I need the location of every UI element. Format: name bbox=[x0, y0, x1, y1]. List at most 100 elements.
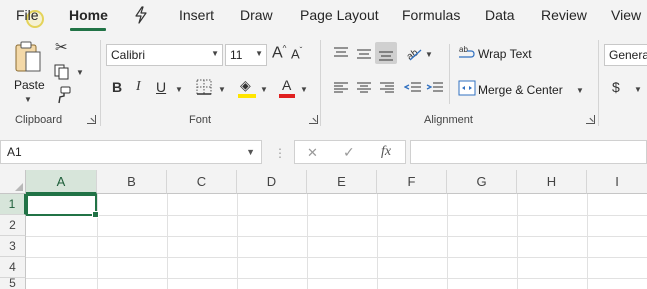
cut-icon[interactable]: ✂ bbox=[55, 40, 68, 55]
formula-input[interactable] bbox=[410, 140, 647, 164]
font-color-button[interactable]: A bbox=[279, 78, 295, 98]
active-tab-indicator bbox=[70, 28, 106, 31]
align-center-icon[interactable] bbox=[356, 81, 372, 95]
orientation-dropdown-icon[interactable]: ▼ bbox=[425, 50, 433, 59]
currency-format-button[interactable]: $ bbox=[612, 80, 620, 94]
ribbon: Paste ▼ ✂ ▼ Clipboard Calibri ▼ 11 ▼ A^ … bbox=[0, 34, 647, 132]
number-format-select[interactable]: Genera bbox=[604, 44, 647, 66]
format-painter-icon[interactable] bbox=[55, 86, 71, 104]
paste-label: Paste bbox=[14, 78, 45, 92]
tab-file[interactable]: File bbox=[16, 7, 39, 23]
group-divider bbox=[598, 40, 599, 126]
column-header-e[interactable]: E bbox=[307, 170, 377, 194]
bottom-align-button[interactable] bbox=[375, 42, 397, 64]
tab-review[interactable]: Review bbox=[541, 7, 587, 23]
column-header-b[interactable]: B bbox=[97, 170, 167, 194]
merge-center-label: Merge & Center bbox=[478, 83, 563, 97]
font-name-select[interactable]: Calibri ▼ bbox=[106, 44, 223, 66]
row-header-4[interactable]: 4 bbox=[0, 257, 26, 278]
fill-color-swatch bbox=[238, 94, 256, 98]
active-cell-a1[interactable] bbox=[26, 194, 99, 218]
gridline bbox=[307, 194, 308, 289]
increase-font-button[interactable]: A^ bbox=[272, 45, 286, 61]
column-header-c[interactable]: C bbox=[167, 170, 237, 194]
worksheet-grid[interactable]: A B C D E F G H I 1 2 3 4 5 bbox=[0, 170, 647, 289]
underline-dropdown-icon[interactable]: ▼ bbox=[175, 85, 183, 94]
font-launcher-icon[interactable] bbox=[309, 115, 318, 124]
row-header-1[interactable]: 1 bbox=[0, 194, 26, 215]
name-box-value: A1 bbox=[7, 145, 22, 159]
group-divider bbox=[449, 44, 450, 104]
clipboard-group-label: Clipboard bbox=[15, 114, 63, 126]
font-group-label: Font bbox=[189, 114, 212, 126]
tab-data[interactable]: Data bbox=[485, 7, 515, 23]
column-header-a[interactable]: A bbox=[26, 170, 97, 194]
tab-page-layout[interactable]: Page Layout bbox=[300, 7, 379, 23]
copy-icon bbox=[54, 64, 69, 80]
number-format-value: Genera bbox=[609, 48, 647, 62]
merge-center-button[interactable]: Merge & Center ▼ bbox=[458, 80, 590, 100]
increase-indent-icon[interactable] bbox=[426, 81, 444, 95]
clipboard-launcher-icon[interactable] bbox=[87, 115, 96, 124]
italic-button[interactable]: I bbox=[136, 80, 141, 94]
bold-button[interactable]: B bbox=[112, 80, 122, 94]
formula-buttons: ✕ ✓ fx bbox=[294, 140, 406, 164]
formula-bar-grip-icon[interactable]: ⋮ bbox=[274, 146, 286, 160]
font-color-dropdown-icon[interactable]: ▼ bbox=[300, 85, 308, 94]
select-all-button[interactable] bbox=[0, 170, 26, 194]
row-header-3[interactable]: 3 bbox=[0, 236, 26, 257]
tab-view[interactable]: View bbox=[611, 7, 641, 23]
merge-center-icon bbox=[458, 80, 476, 96]
gridline bbox=[97, 194, 98, 289]
column-header-f[interactable]: F bbox=[377, 170, 447, 194]
tab-draw[interactable]: Draw bbox=[240, 7, 273, 23]
fill-color-button[interactable]: ◈ bbox=[238, 78, 256, 98]
tab-draw-icon[interactable] bbox=[133, 6, 149, 27]
row-header-2[interactable]: 2 bbox=[0, 215, 26, 236]
gridline bbox=[587, 194, 588, 289]
gridline bbox=[237, 194, 238, 289]
group-divider bbox=[320, 40, 321, 126]
orientation-icon[interactable]: ab bbox=[405, 44, 423, 62]
tab-formulas[interactable]: Formulas bbox=[402, 7, 460, 23]
paste-icon bbox=[15, 41, 41, 72]
gridline bbox=[517, 194, 518, 289]
decrease-indent-icon[interactable] bbox=[404, 81, 422, 95]
font-color-icon: A bbox=[282, 77, 292, 93]
align-left-icon[interactable] bbox=[333, 81, 349, 95]
align-right-icon[interactable] bbox=[379, 81, 395, 95]
gridline bbox=[167, 194, 168, 289]
column-header-h[interactable]: H bbox=[517, 170, 587, 194]
column-header-i[interactable]: I bbox=[587, 170, 647, 194]
column-header-d[interactable]: D bbox=[237, 170, 307, 194]
column-header-g[interactable]: G bbox=[447, 170, 517, 194]
borders-icon[interactable] bbox=[196, 79, 212, 95]
gridline bbox=[26, 257, 647, 258]
gridline bbox=[26, 215, 647, 216]
tab-insert[interactable]: Insert bbox=[179, 7, 214, 23]
decrease-font-button[interactable]: Aˇ bbox=[291, 47, 302, 61]
chevron-down-icon: ▼ bbox=[246, 147, 255, 157]
enter-icon[interactable]: ✓ bbox=[343, 145, 355, 159]
paste-button[interactable]: Paste ▼ bbox=[8, 38, 48, 106]
wrap-text-button[interactable]: ab Wrap Text bbox=[458, 44, 538, 64]
underline-button[interactable]: U bbox=[156, 80, 166, 94]
fill-color-dropdown-icon[interactable]: ▼ bbox=[260, 85, 268, 94]
copy-dropdown-icon[interactable]: ▼ bbox=[76, 68, 84, 77]
svg-text:ab: ab bbox=[405, 47, 421, 62]
currency-dropdown-icon[interactable]: ▼ bbox=[634, 85, 642, 94]
alignment-group-label: Alignment bbox=[424, 114, 473, 126]
cancel-icon[interactable]: ✕ bbox=[307, 146, 318, 159]
name-box[interactable]: A1 ▼ bbox=[0, 140, 262, 164]
insert-function-icon[interactable]: fx bbox=[381, 145, 391, 159]
top-align-icon[interactable] bbox=[333, 46, 349, 60]
tab-home[interactable]: Home bbox=[69, 7, 108, 23]
middle-align-icon[interactable] bbox=[356, 46, 372, 60]
copy-button[interactable]: ▼ bbox=[54, 64, 86, 82]
font-name-value: Calibri bbox=[111, 48, 146, 62]
font-size-select[interactable]: 11 ▼ bbox=[225, 44, 267, 66]
alignment-launcher-icon[interactable] bbox=[586, 115, 595, 124]
borders-dropdown-icon[interactable]: ▼ bbox=[218, 85, 226, 94]
row-header-5[interactable]: 5 bbox=[0, 276, 26, 289]
paste-dropdown-icon[interactable]: ▼ bbox=[24, 95, 32, 104]
